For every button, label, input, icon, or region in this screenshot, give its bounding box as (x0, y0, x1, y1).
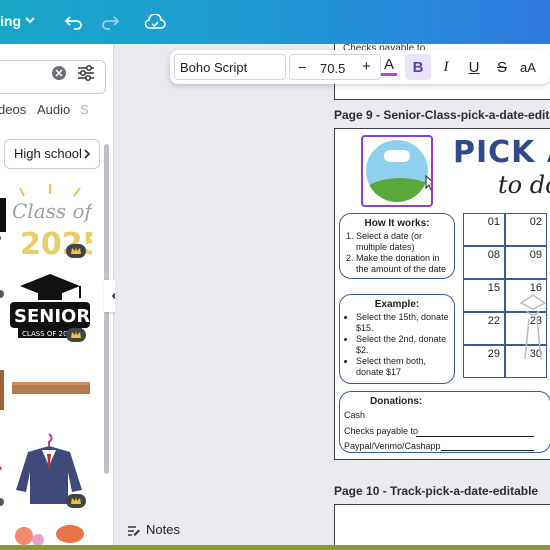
how-step: Select a date (or multiple dates) (356, 231, 454, 253)
calendar-cell[interactable]: 02 (505, 213, 547, 246)
calendar-cell[interactable]: 01 (463, 213, 505, 246)
date-calendar-grid[interactable]: 01 02 08 09 15 16 22 23 29 30 (463, 213, 550, 379)
text-format-toolbar: Boho Script − 70.5 + A B I U S aA (170, 50, 550, 84)
chip-label: High school (14, 146, 82, 161)
close-icon (55, 69, 63, 77)
elements-panel: deos Audio S High school Class of 2025 S… (0, 44, 114, 550)
calendar-cell[interactable]: 08 (463, 246, 505, 279)
bold-button[interactable]: B (405, 54, 431, 80)
graphic-thumbnail-partial[interactable] (0, 360, 8, 416)
how-step: Make the donation in the amount of the d… (356, 253, 454, 275)
example-item: Select the 2nd, donate $2. (356, 334, 454, 356)
page-9[interactable]: PICK A to do How It works: Select a date… (334, 128, 550, 460)
premium-crown-icon (66, 494, 86, 508)
placeholder-image (366, 140, 428, 202)
font-size-value[interactable]: 70.5 (320, 61, 345, 76)
write-line (441, 450, 534, 451)
filter-icon[interactable] (76, 64, 96, 82)
cloud-check-icon (144, 14, 166, 29)
photo-frame-selected[interactable] (361, 135, 433, 207)
font-family-select[interactable]: Boho Script (174, 54, 286, 80)
graphic-thumbnail-partial[interactable] (0, 192, 10, 242)
hill-shape (366, 178, 428, 202)
cloud-shape (384, 150, 410, 162)
clear-search-button[interactable] (52, 66, 66, 80)
example-item: Select them both, donate $17 (356, 356, 454, 378)
bottom-status-strip (0, 545, 550, 550)
tab-audio[interactable]: Audio (37, 102, 70, 117)
graphic-thumbnail-partial[interactable] (0, 498, 4, 506)
pick-a-date-title[interactable]: PICK A (453, 135, 550, 170)
page-10[interactable] (334, 504, 550, 550)
undo-button[interactable] (62, 10, 86, 34)
graphic-thumbnail-partial[interactable] (0, 454, 6, 484)
tab-more[interactable]: S (80, 102, 89, 117)
strikethrough-button[interactable]: S (489, 54, 515, 80)
how-it-works-box[interactable]: How It works: Select a date (or multiple… (339, 213, 455, 279)
page-9-label[interactable]: Page 9 - Senior-Class-pick-a-date-editab… (334, 108, 550, 122)
top-bar: ing (0, 0, 550, 44)
calendar-cell[interactable]: 09 (505, 246, 547, 279)
tab-videos[interactable]: deos (0, 102, 26, 117)
redo-button[interactable] (98, 10, 122, 34)
text-color-icon: A (383, 56, 394, 73)
chevron-down-icon[interactable] (24, 14, 36, 26)
donation-cash: Cash (344, 410, 366, 420)
design-canvas: Checks payable to Page 9 - Senior-Class-… (115, 44, 550, 550)
cloud-save-button[interactable] (143, 10, 167, 34)
increase-size-button[interactable]: + (362, 58, 371, 75)
color-swatch (381, 73, 397, 76)
letter-case-button[interactable]: aA (515, 54, 541, 80)
donations-title: Donations: (370, 396, 423, 407)
how-it-works-title: How It works: (364, 218, 430, 229)
donation-paypal: Paypal/Venmo/Cashapp (344, 441, 441, 451)
notes-button[interactable]: Notes (146, 522, 180, 537)
undo-icon (65, 16, 82, 30)
resize-menu-label[interactable]: ing (0, 13, 21, 29)
premium-crown-icon (66, 328, 86, 342)
chevron-right-icon[interactable] (82, 148, 92, 160)
write-line (416, 436, 534, 437)
graduate-silhouette-graphic (519, 294, 547, 360)
italic-button[interactable]: I (433, 54, 459, 80)
calendar-cell[interactable]: 15 (463, 279, 505, 312)
notes-icon (128, 526, 140, 536)
premium-crown-icon (66, 244, 86, 258)
wooden-plank-graphic[interactable] (12, 376, 90, 398)
donation-checks: Checks payable to (344, 426, 419, 436)
donations-box[interactable]: Donations: Cash Checks payable to Paypal… (339, 391, 550, 453)
redo-icon (102, 16, 119, 30)
page-10-label[interactable]: Page 10 - Track-pick-a-date-editable (334, 484, 538, 498)
example-item: Select the 15th, donate $15. (356, 312, 454, 334)
decrease-size-button[interactable]: − (298, 59, 306, 75)
example-title: Example: (374, 299, 420, 310)
mouse-cursor-icon (425, 175, 431, 191)
example-box[interactable]: Example: Select the 15th, donate $15. Se… (339, 294, 455, 384)
svg-text:SENIOR: SENIOR (14, 306, 90, 327)
text-color-button[interactable]: A (376, 54, 402, 80)
to-donate-subtitle[interactable]: to do (498, 171, 550, 199)
calendar-cell[interactable]: 22 (463, 312, 505, 345)
svg-text:Class of: Class of (12, 199, 92, 223)
underline-button[interactable]: U (461, 54, 487, 80)
calendar-cell[interactable]: 29 (463, 345, 505, 378)
graphic-thumbnail-partial[interactable] (0, 290, 4, 298)
font-size-stepper[interactable]: − 70.5 + (289, 54, 381, 80)
